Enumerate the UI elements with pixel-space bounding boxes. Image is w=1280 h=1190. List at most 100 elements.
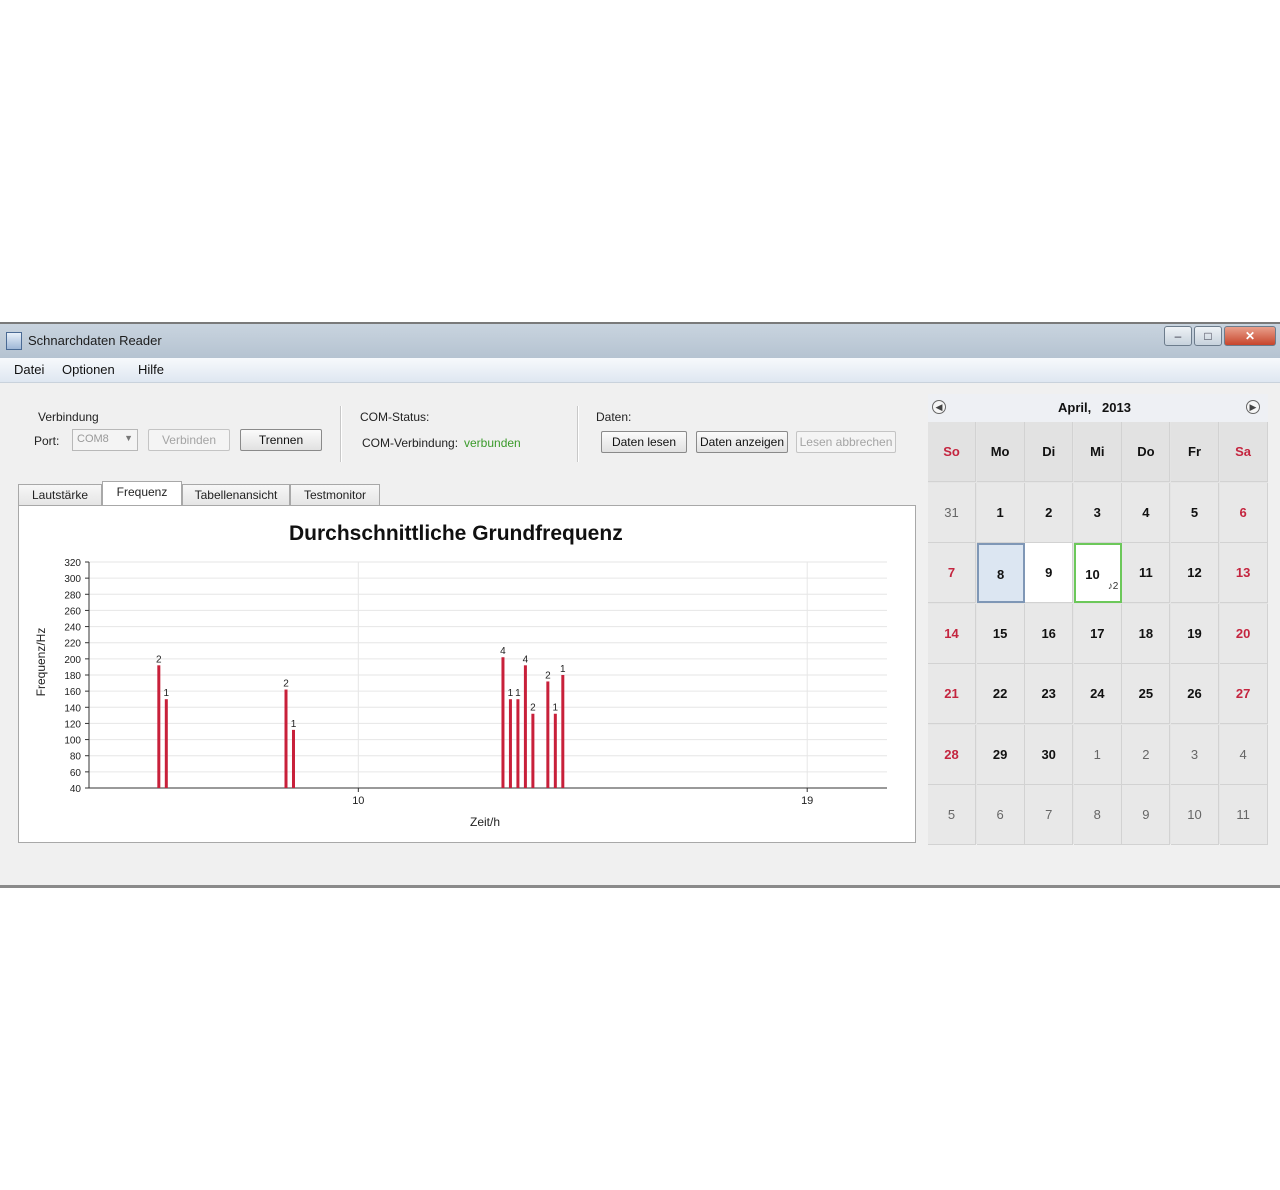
y-tick-label: 240	[64, 623, 81, 634]
calendar-day[interactable]: 3	[1171, 724, 1219, 785]
calendar-day[interactable]: 12	[1171, 543, 1219, 603]
calendar-day[interactable]: 1	[1073, 724, 1122, 785]
calendar-day-label: 10	[1187, 807, 1202, 822]
calendar-day[interactable]: 3	[1073, 482, 1122, 543]
calendar-day[interactable]: 4	[1219, 724, 1268, 785]
calendar-day-label: 14	[944, 625, 959, 641]
calendar-day[interactable]: 21	[928, 664, 976, 724]
window-title: Schnarchdaten Reader	[28, 333, 162, 348]
y-tick-label: 120	[64, 719, 81, 730]
chart-bar	[523, 665, 527, 788]
calendar-day[interactable]: 24	[1073, 664, 1122, 724]
minimize-button[interactable]: –	[1164, 326, 1192, 346]
com-connection-label: COM-Verbindung:	[362, 436, 459, 450]
calendar-day-label: 2	[1045, 504, 1053, 520]
chart-bar-label: 4	[500, 646, 506, 657]
calendar-day[interactable]: 25	[1122, 664, 1171, 724]
x-tick-label: 19	[801, 795, 813, 807]
calendar-year[interactable]: 2013	[1102, 400, 1131, 415]
calendar-next-month-icon[interactable]: ▶	[1246, 400, 1260, 414]
calendar-day[interactable]: 6	[1219, 482, 1268, 543]
calendar-day[interactable]: 2	[1025, 482, 1074, 543]
calendar-day[interactable]: 11	[1122, 543, 1171, 603]
show-data-button[interactable]: Daten anzeigen	[696, 431, 788, 453]
disconnect-button[interactable]: Trennen	[240, 429, 322, 451]
calendar-day-label: 22	[992, 686, 1008, 701]
calendar-day[interactable]: 19	[1171, 603, 1219, 664]
calendar-day[interactable]: 27	[1219, 664, 1268, 724]
menu-hilfe[interactable]: Hilfe	[138, 362, 164, 377]
calendar-day[interactable]: 28	[928, 724, 976, 785]
calendar-day[interactable]: 6	[976, 785, 1025, 845]
title-bar[interactable]: Schnarchdaten Reader – □ ✕	[0, 324, 1280, 358]
calendar-day[interactable]: 13	[1219, 543, 1268, 603]
y-tick-label: 140	[64, 703, 81, 714]
maximize-button[interactable]: □	[1194, 326, 1222, 346]
calendar-day[interactable]: 17	[1073, 603, 1122, 664]
tab-testmonitor[interactable]: Testmonitor	[290, 484, 380, 506]
calendar-day[interactable]: 15	[976, 603, 1025, 664]
x-tick-label: 10	[352, 795, 364, 807]
tab-tabellenansicht[interactable]: Tabellenansicht	[182, 484, 290, 506]
calendar-day[interactable]: 23	[1025, 664, 1074, 724]
calendar-day[interactable]: 7	[1025, 785, 1074, 845]
calendar-day-label: 13	[1235, 565, 1251, 580]
connect-button[interactable]: Verbinden	[148, 429, 230, 451]
read-data-button[interactable]: Daten lesen	[601, 431, 687, 453]
calendar-day[interactable]: 16	[1025, 603, 1074, 664]
calendar-month[interactable]: April,	[1058, 400, 1091, 415]
calendar-day-label: 8	[1093, 807, 1101, 822]
calendar-day[interactable]: 7	[928, 543, 976, 603]
calendar-weekday-header: Do	[1122, 422, 1171, 482]
calendar-day-label: 4	[1239, 746, 1247, 762]
calendar-prev-month-icon[interactable]: ◀	[932, 400, 946, 414]
y-tick-label: 60	[70, 768, 82, 779]
y-tick-label: 200	[64, 655, 81, 666]
menu-optionen[interactable]: Optionen	[62, 362, 115, 377]
calendar-day[interactable]: 10 ♪2	[1073, 543, 1122, 603]
calendar-day[interactable]: 4	[1122, 482, 1171, 543]
tab-frequenz[interactable]: Frequenz	[102, 481, 182, 507]
chart-bar-label: 4	[523, 654, 529, 665]
chart-bar-label: 1	[291, 719, 297, 730]
calendar-day-label: 23	[1041, 686, 1056, 701]
calendar-day[interactable]: 30	[1025, 724, 1074, 785]
calendar-day-label: 7	[947, 565, 956, 580]
calendar-day[interactable]: 11	[1219, 785, 1268, 845]
chart-bar	[546, 681, 550, 788]
calendar-day[interactable]: 14	[928, 603, 976, 664]
chart-bar	[531, 713, 535, 788]
calendar-day[interactable]: 9	[1025, 543, 1074, 603]
close-button[interactable]: ✕	[1224, 326, 1276, 346]
tab-lautstaerke[interactable]: Lautstärke	[18, 484, 102, 506]
calendar-day-label: 17	[1090, 625, 1105, 641]
calendar-day[interactable]: 8	[976, 543, 1025, 603]
chart-bar	[501, 657, 505, 788]
abort-read-button[interactable]: Lesen abbrechen	[796, 431, 896, 453]
calendar-day[interactable]: 9	[1122, 785, 1171, 845]
calendar-day-label: 5	[947, 807, 956, 822]
chart-bar-label: 1	[560, 664, 566, 675]
frequency-chart: Frequenz/Hz Zeit/h 40 60 80 100 120 140 160 180…	[34, 558, 887, 829]
calendar-day[interactable]: 26	[1171, 664, 1219, 724]
calendar-day[interactable]: 18	[1122, 603, 1171, 664]
menu-datei[interactable]: Datei	[14, 362, 44, 377]
calendar-day-label: 18	[1138, 625, 1154, 641]
chart-bar	[561, 675, 565, 788]
calendar-day[interactable]: 20	[1219, 603, 1268, 664]
calendar-day[interactable]: 22	[976, 664, 1025, 724]
calendar-day[interactable]: 31	[928, 482, 976, 543]
calendar-day[interactable]: 10	[1171, 785, 1219, 845]
y-tick-label: 280	[64, 590, 81, 601]
menu-bar: Datei Optionen Hilfe	[0, 358, 1280, 383]
calendar-day[interactable]: 5	[928, 785, 976, 845]
chart-bar	[157, 665, 161, 788]
calendar-day[interactable]: 1	[976, 482, 1025, 543]
calendar-day[interactable]: 5	[1171, 482, 1219, 543]
port-select[interactable]: COM8 ▼	[72, 429, 138, 451]
chart-bar	[291, 729, 295, 788]
calendar-day[interactable]: 2	[1122, 724, 1171, 785]
calendar-day[interactable]: 29	[976, 724, 1025, 785]
calendar-day-label: 31	[944, 504, 959, 520]
calendar-day[interactable]: 8	[1073, 785, 1122, 845]
